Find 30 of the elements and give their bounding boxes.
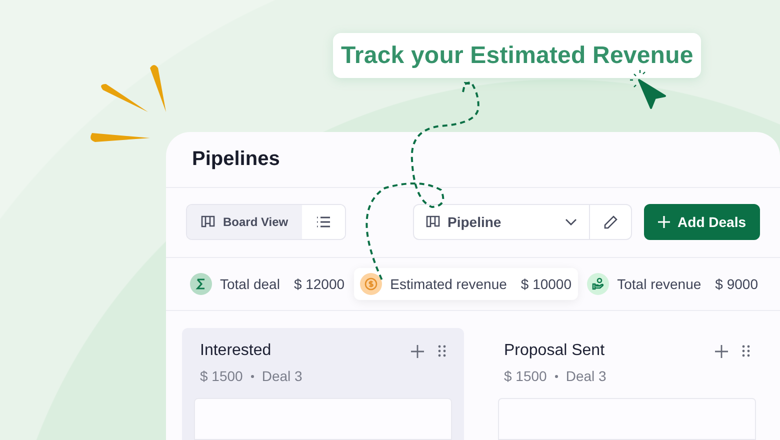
chevron-down-icon bbox=[564, 218, 577, 226]
separator-dot-icon bbox=[554, 374, 558, 378]
column-amount: $ 1500 bbox=[504, 368, 547, 384]
pencil-icon bbox=[602, 214, 618, 230]
drag-handle-icon[interactable] bbox=[438, 345, 446, 357]
board-icon bbox=[426, 215, 440, 230]
stat-label: Total deal bbox=[220, 276, 280, 292]
list-icon bbox=[316, 216, 332, 228]
column-deal-count: Deal 3 bbox=[262, 368, 302, 384]
stat-label: Total revenue bbox=[617, 276, 702, 292]
callout-label: Track your Estimated Revenue bbox=[333, 33, 702, 78]
board-icon bbox=[201, 215, 215, 230]
list-view-button[interactable] bbox=[302, 205, 346, 240]
plus-icon bbox=[658, 216, 670, 228]
add-deals-button[interactable]: Add Deals bbox=[644, 204, 760, 240]
separator-dot-icon bbox=[250, 374, 254, 378]
column-title: Interested bbox=[200, 342, 272, 360]
plus-icon[interactable] bbox=[715, 344, 728, 358]
column-title: Proposal Sent bbox=[504, 342, 605, 360]
panel-title: Pipelines bbox=[192, 148, 280, 171]
board-view-button[interactable]: Board View bbox=[187, 205, 302, 240]
stat-value: $ 9000 bbox=[715, 276, 758, 292]
stat-label: Estimated revenue bbox=[390, 276, 507, 292]
stat-value: $ 10000 bbox=[520, 276, 572, 292]
plus-icon[interactable] bbox=[411, 344, 424, 358]
stat-value: $ 12000 bbox=[294, 276, 345, 292]
cursor-icon bbox=[629, 69, 666, 109]
column-amount: $ 1500 bbox=[200, 368, 243, 384]
column-deal-count: Deal 3 bbox=[566, 368, 606, 384]
drag-handle-icon[interactable] bbox=[742, 345, 750, 357]
